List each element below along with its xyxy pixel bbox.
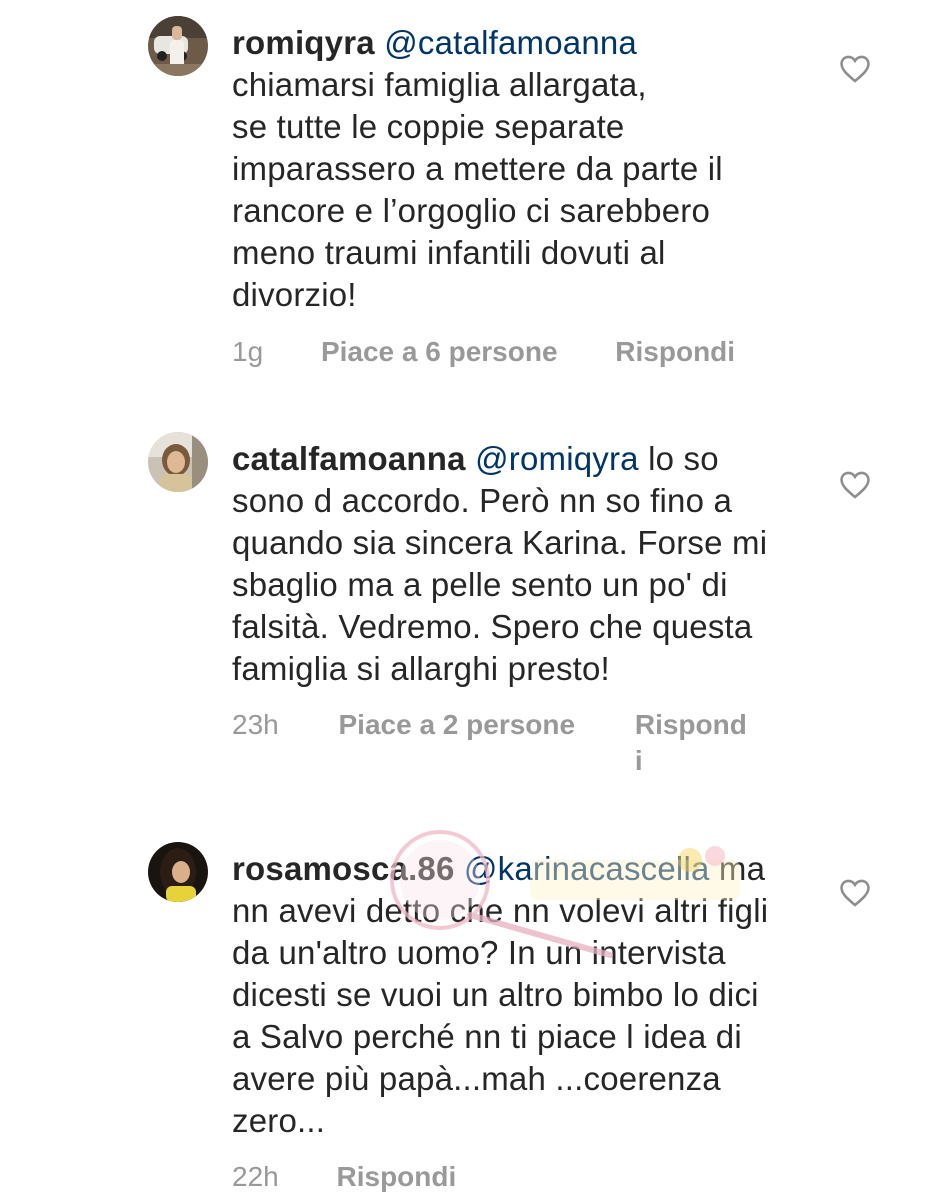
comment-line: rancore e l’orgoglio ci sarebbero (232, 192, 711, 229)
heart-icon[interactable] (838, 52, 872, 86)
comment-time: 22h (232, 1161, 279, 1192)
comment-line: falsità. Vedremo. Spero che questa (232, 608, 753, 645)
comment-meta: 22h Rispondi (232, 1159, 456, 1195)
comment-line: avere più papà...mah ...coerenza (232, 1060, 721, 1097)
comment-line: dicesti se vuoi un altro bimbo lo dici (232, 976, 759, 1013)
avatar[interactable] (148, 432, 208, 492)
comment-time: 23h (232, 709, 279, 740)
comment-line: sono d accordo. Però nn so fino a (232, 482, 733, 519)
reply-label-part: i (634, 745, 643, 776)
comment-text: rosamosca.86 @karinacascella ma nn avevi… (232, 848, 812, 1142)
reply-button[interactable]: Rispond i (635, 707, 747, 779)
comment-line: imparassero a mettere da parte il (232, 150, 723, 187)
comment-line: se tutte le coppie separate (232, 108, 625, 145)
likes-count[interactable]: Piace a 6 persone (321, 334, 558, 370)
comment-username[interactable]: catalfamoanna (232, 440, 466, 477)
comment-line: lo so (648, 440, 719, 477)
heart-icon[interactable] (838, 876, 872, 910)
reply-label-part: Rispond (634, 709, 747, 740)
comment-username[interactable]: romiqyra (232, 24, 375, 61)
comment-line: chiamarsi famiglia allargata, (232, 66, 647, 103)
comment-line: zero... (232, 1102, 326, 1139)
comment-line: quando sia sincera Karina. Forse mi (232, 524, 768, 561)
comment-line: da un'altro uomo? In un intervista (232, 934, 726, 971)
comment-time: 1g (232, 336, 264, 367)
reply-button[interactable]: Rispondi (615, 334, 735, 370)
comment-line: meno traumi infantili dovuti al (232, 234, 666, 271)
avatar[interactable] (148, 842, 208, 902)
comment-line: nn avevi detto che nn volevi altri figli (232, 892, 769, 929)
avatar[interactable] (148, 16, 208, 76)
comment-username[interactable]: rosamosca.86 (232, 850, 455, 887)
comment-mention[interactable]: @romiqyra (475, 440, 639, 477)
likes-count[interactable]: Piace a 2 persone (339, 707, 576, 743)
comment-text: catalfamoanna @romiqyra lo so sono d acc… (232, 438, 812, 690)
comment-line: sbaglio ma a pelle sento un po' di (232, 566, 728, 603)
comment-mention[interactable]: @catalfamoanna (384, 24, 637, 61)
comment-meta: 23h Piace a 2 persone Rispond i (232, 707, 747, 779)
comment-meta: 1g Piace a 6 persone Rispondi (232, 334, 735, 370)
comment-mention[interactable]: @karinacascella (464, 850, 710, 887)
heart-icon[interactable] (838, 468, 872, 502)
comment-line: divorzio! (232, 276, 357, 313)
comment-line: a Salvo perché nn ti piace l idea di (232, 1018, 742, 1055)
comment-line: ma (718, 850, 766, 887)
comment-line: famiglia si allarghi presto! (232, 650, 610, 687)
comment-text: romiqyra @catalfamoanna chiamarsi famigl… (232, 22, 812, 316)
reply-button[interactable]: Rispondi (337, 1159, 457, 1195)
